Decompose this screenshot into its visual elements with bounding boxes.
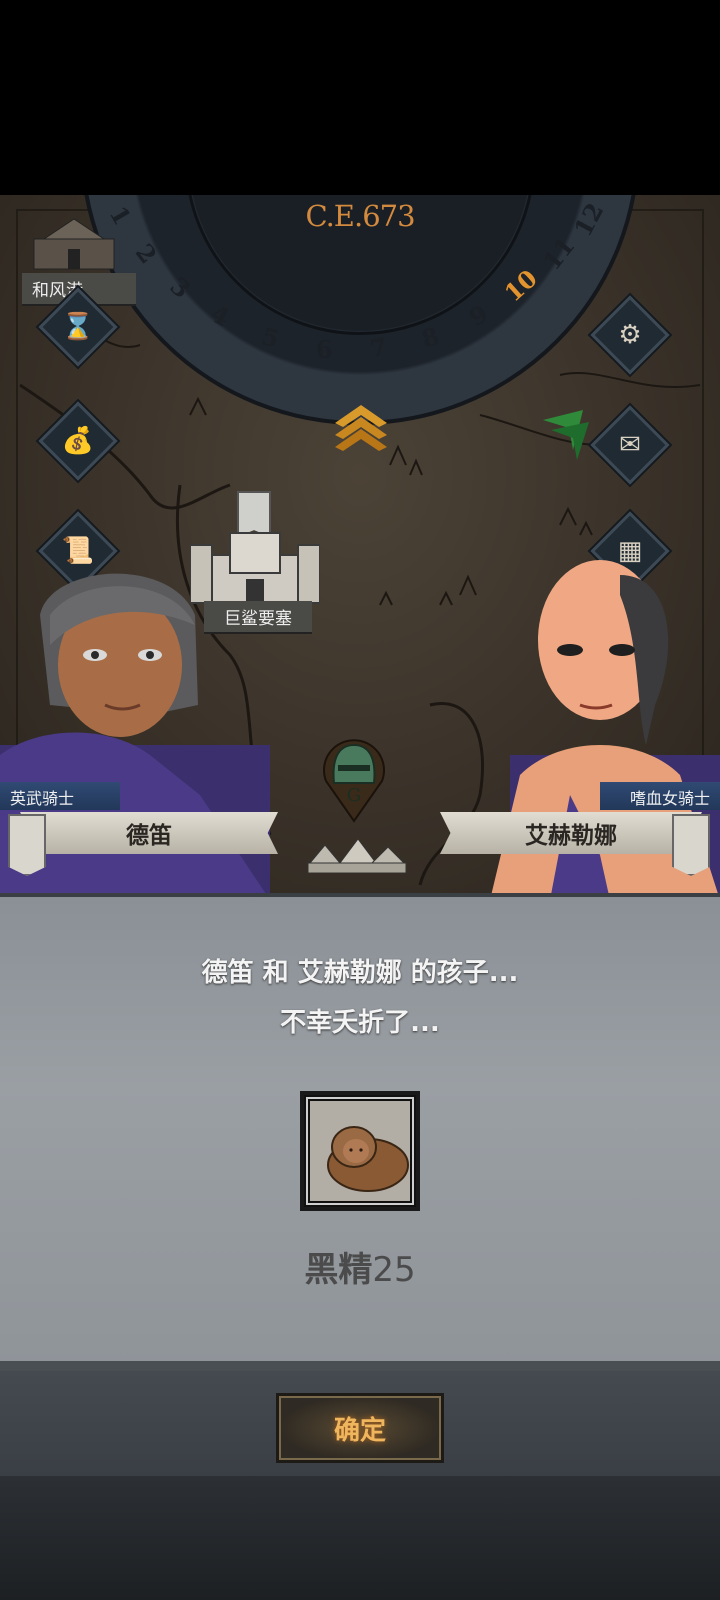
- harbor-building-icon: [33, 218, 115, 270]
- gear-icon: ⚙: [618, 320, 642, 350]
- year-label: C.E.673: [305, 199, 415, 233]
- troop-arrow-green-icon[interactable]: [543, 410, 593, 460]
- right-character-name[interactable]: 艾赫勒娜: [440, 812, 702, 854]
- event-message-line1: 德笛 和 艾赫勒娜 的孩子...: [201, 958, 519, 988]
- footer-area: [0, 1476, 720, 1600]
- left-character-name[interactable]: 德笛: [20, 812, 278, 854]
- child-name: 黑精: [304, 1250, 373, 1290]
- right-character-title: 嗜血女骑士: [600, 782, 720, 810]
- child-portrait-frame: [300, 1091, 420, 1211]
- month-6[interactable]: 6: [316, 335, 333, 364]
- left-character-title: 英武骑士: [0, 782, 120, 810]
- child-name-label: 黑精25: [0, 1242, 720, 1291]
- event-message-line2: 不幸夭折了...: [280, 1008, 440, 1038]
- left-character-shield-icon: [8, 814, 46, 876]
- money-bag-icon: 💰: [61, 426, 95, 456]
- mail-icon: ✉: [619, 430, 641, 460]
- child-portrait: [310, 1101, 410, 1201]
- hourglass-icon: ⌛: [61, 312, 95, 342]
- event-dialog: 德笛 和 艾赫勒娜 的孩子... 不幸夭折了... 黑精25: [0, 893, 720, 1371]
- rank-up-gold-icon[interactable]: [335, 405, 387, 451]
- knight-helmet-marker-icon[interactable]: G: [320, 735, 388, 823]
- town-icon[interactable]: [300, 823, 410, 873]
- child-number: 25: [372, 1250, 416, 1290]
- swaddled-baby-icon: [327, 1126, 409, 1192]
- right-character-shield-icon: [672, 814, 710, 876]
- confirm-button[interactable]: 确定: [276, 1393, 444, 1463]
- svg-text:G: G: [347, 785, 361, 806]
